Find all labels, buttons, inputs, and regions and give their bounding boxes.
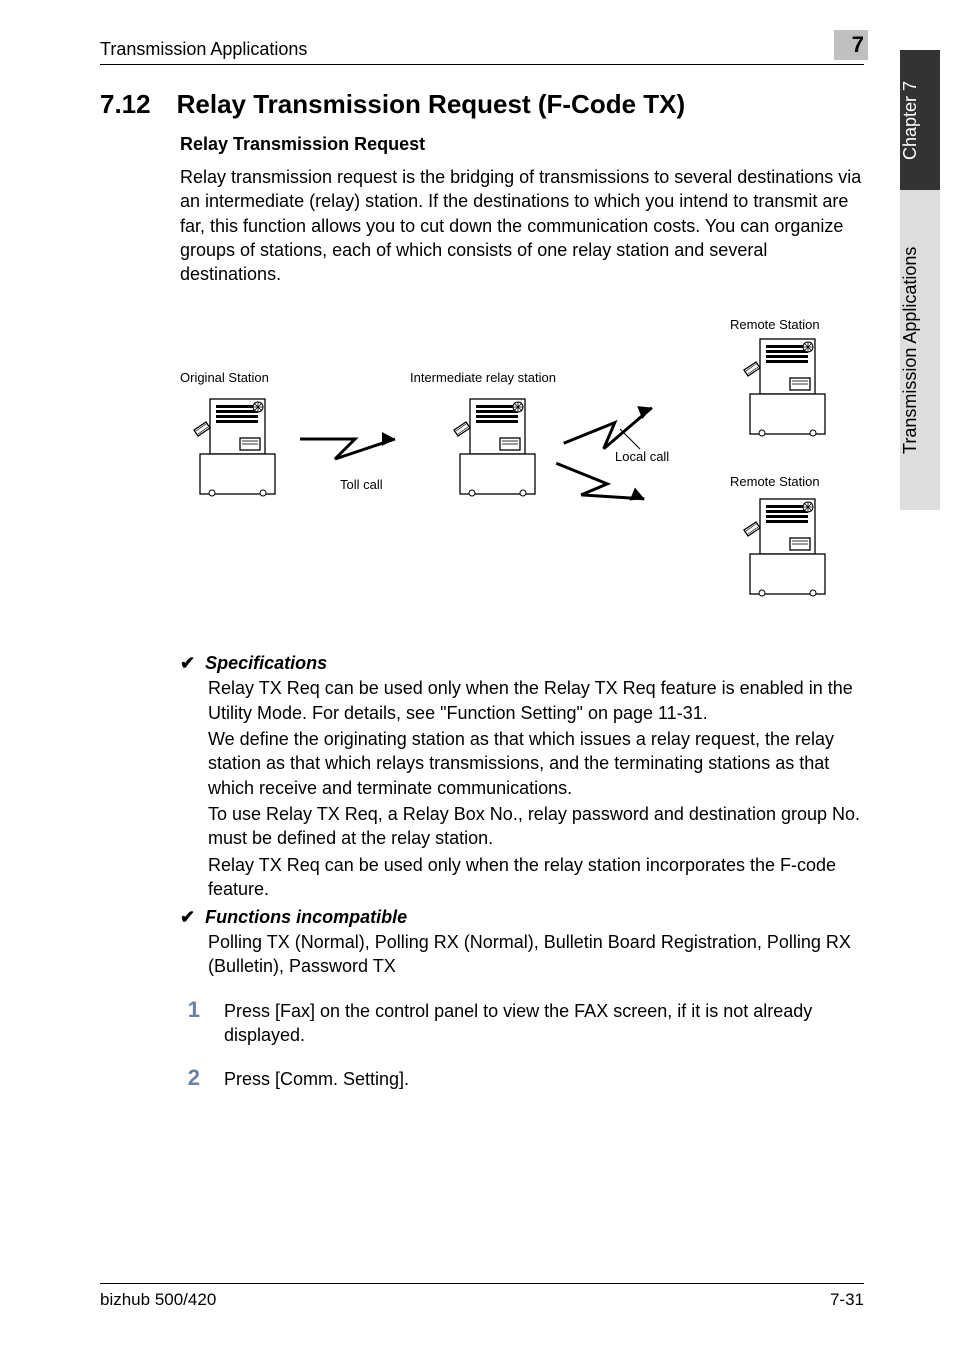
spec-heading: Specifications	[205, 653, 327, 674]
chapter-badge: 7	[834, 30, 868, 60]
spec-paragraph: To use Relay TX Req, a Relay Box No., re…	[208, 802, 864, 851]
intro-paragraph: Relay transmission request is the bridgi…	[180, 165, 864, 286]
label-original-station: Original Station	[180, 370, 269, 385]
func-heading: Functions incompatible	[205, 907, 407, 928]
arrow-icon	[300, 432, 395, 459]
spec-heading-row: ✔ Specifications	[180, 653, 864, 674]
label-intermediate: Intermediate relay station	[410, 370, 556, 385]
page-header: Transmission Applications 7	[100, 30, 864, 65]
printer-icon	[454, 399, 535, 496]
header-title: Transmission Applications	[100, 39, 307, 60]
step-row: 2 Press [Comm. Setting].	[180, 1065, 864, 1091]
label-local-call: Local call	[615, 449, 669, 464]
footer-left: bizhub 500/420	[100, 1290, 216, 1310]
side-tab-section: Transmission Applications	[900, 190, 940, 510]
step-number: 2	[180, 1065, 200, 1091]
step-text: Press [Fax] on the control panel to view…	[224, 999, 864, 1048]
label-remote-top: Remote Station	[730, 317, 820, 332]
printer-icon	[744, 339, 825, 436]
check-icon: ✔	[180, 653, 195, 674]
label-toll-call: Toll call	[340, 477, 383, 492]
step-text: Press [Comm. Setting].	[224, 1067, 864, 1091]
steps-list: 1 Press [Fax] on the control panel to vi…	[180, 997, 864, 1092]
page-footer: bizhub 500/420 7-31	[100, 1283, 864, 1310]
footer-right: 7-31	[830, 1290, 864, 1310]
relay-diagram: Original Station Intermediate relay stat…	[160, 314, 880, 624]
section-title-text: Relay Transmission Request (F-Code TX)	[177, 89, 686, 120]
check-icon: ✔	[180, 907, 195, 928]
arrow-icon	[549, 457, 647, 518]
section-number: 7.12	[100, 89, 151, 120]
spec-paragraph: We define the originating station as tha…	[208, 727, 864, 800]
subheading: Relay Transmission Request	[180, 134, 864, 155]
specifications-block: ✔ Specifications Relay TX Req can be use…	[180, 653, 864, 978]
func-paragraph: Polling TX (Normal), Polling RX (Normal)…	[208, 930, 864, 979]
step-number: 1	[180, 997, 200, 1023]
page: Transmission Applications 7 7.12 Relay T…	[0, 0, 954, 1352]
section-heading: 7.12 Relay Transmission Request (F-Code …	[100, 89, 864, 120]
step-row: 1 Press [Fax] on the control panel to vi…	[180, 997, 864, 1048]
side-tab-chapter: Chapter 7	[900, 50, 940, 190]
func-heading-row: ✔ Functions incompatible	[180, 907, 864, 928]
spec-paragraph: Relay TX Req can be used only when the r…	[208, 853, 864, 902]
printer-icon	[744, 499, 825, 596]
printer-icon	[194, 399, 275, 496]
spec-paragraph: Relay TX Req can be used only when the R…	[208, 676, 864, 725]
label-remote-bottom: Remote Station	[730, 474, 820, 489]
